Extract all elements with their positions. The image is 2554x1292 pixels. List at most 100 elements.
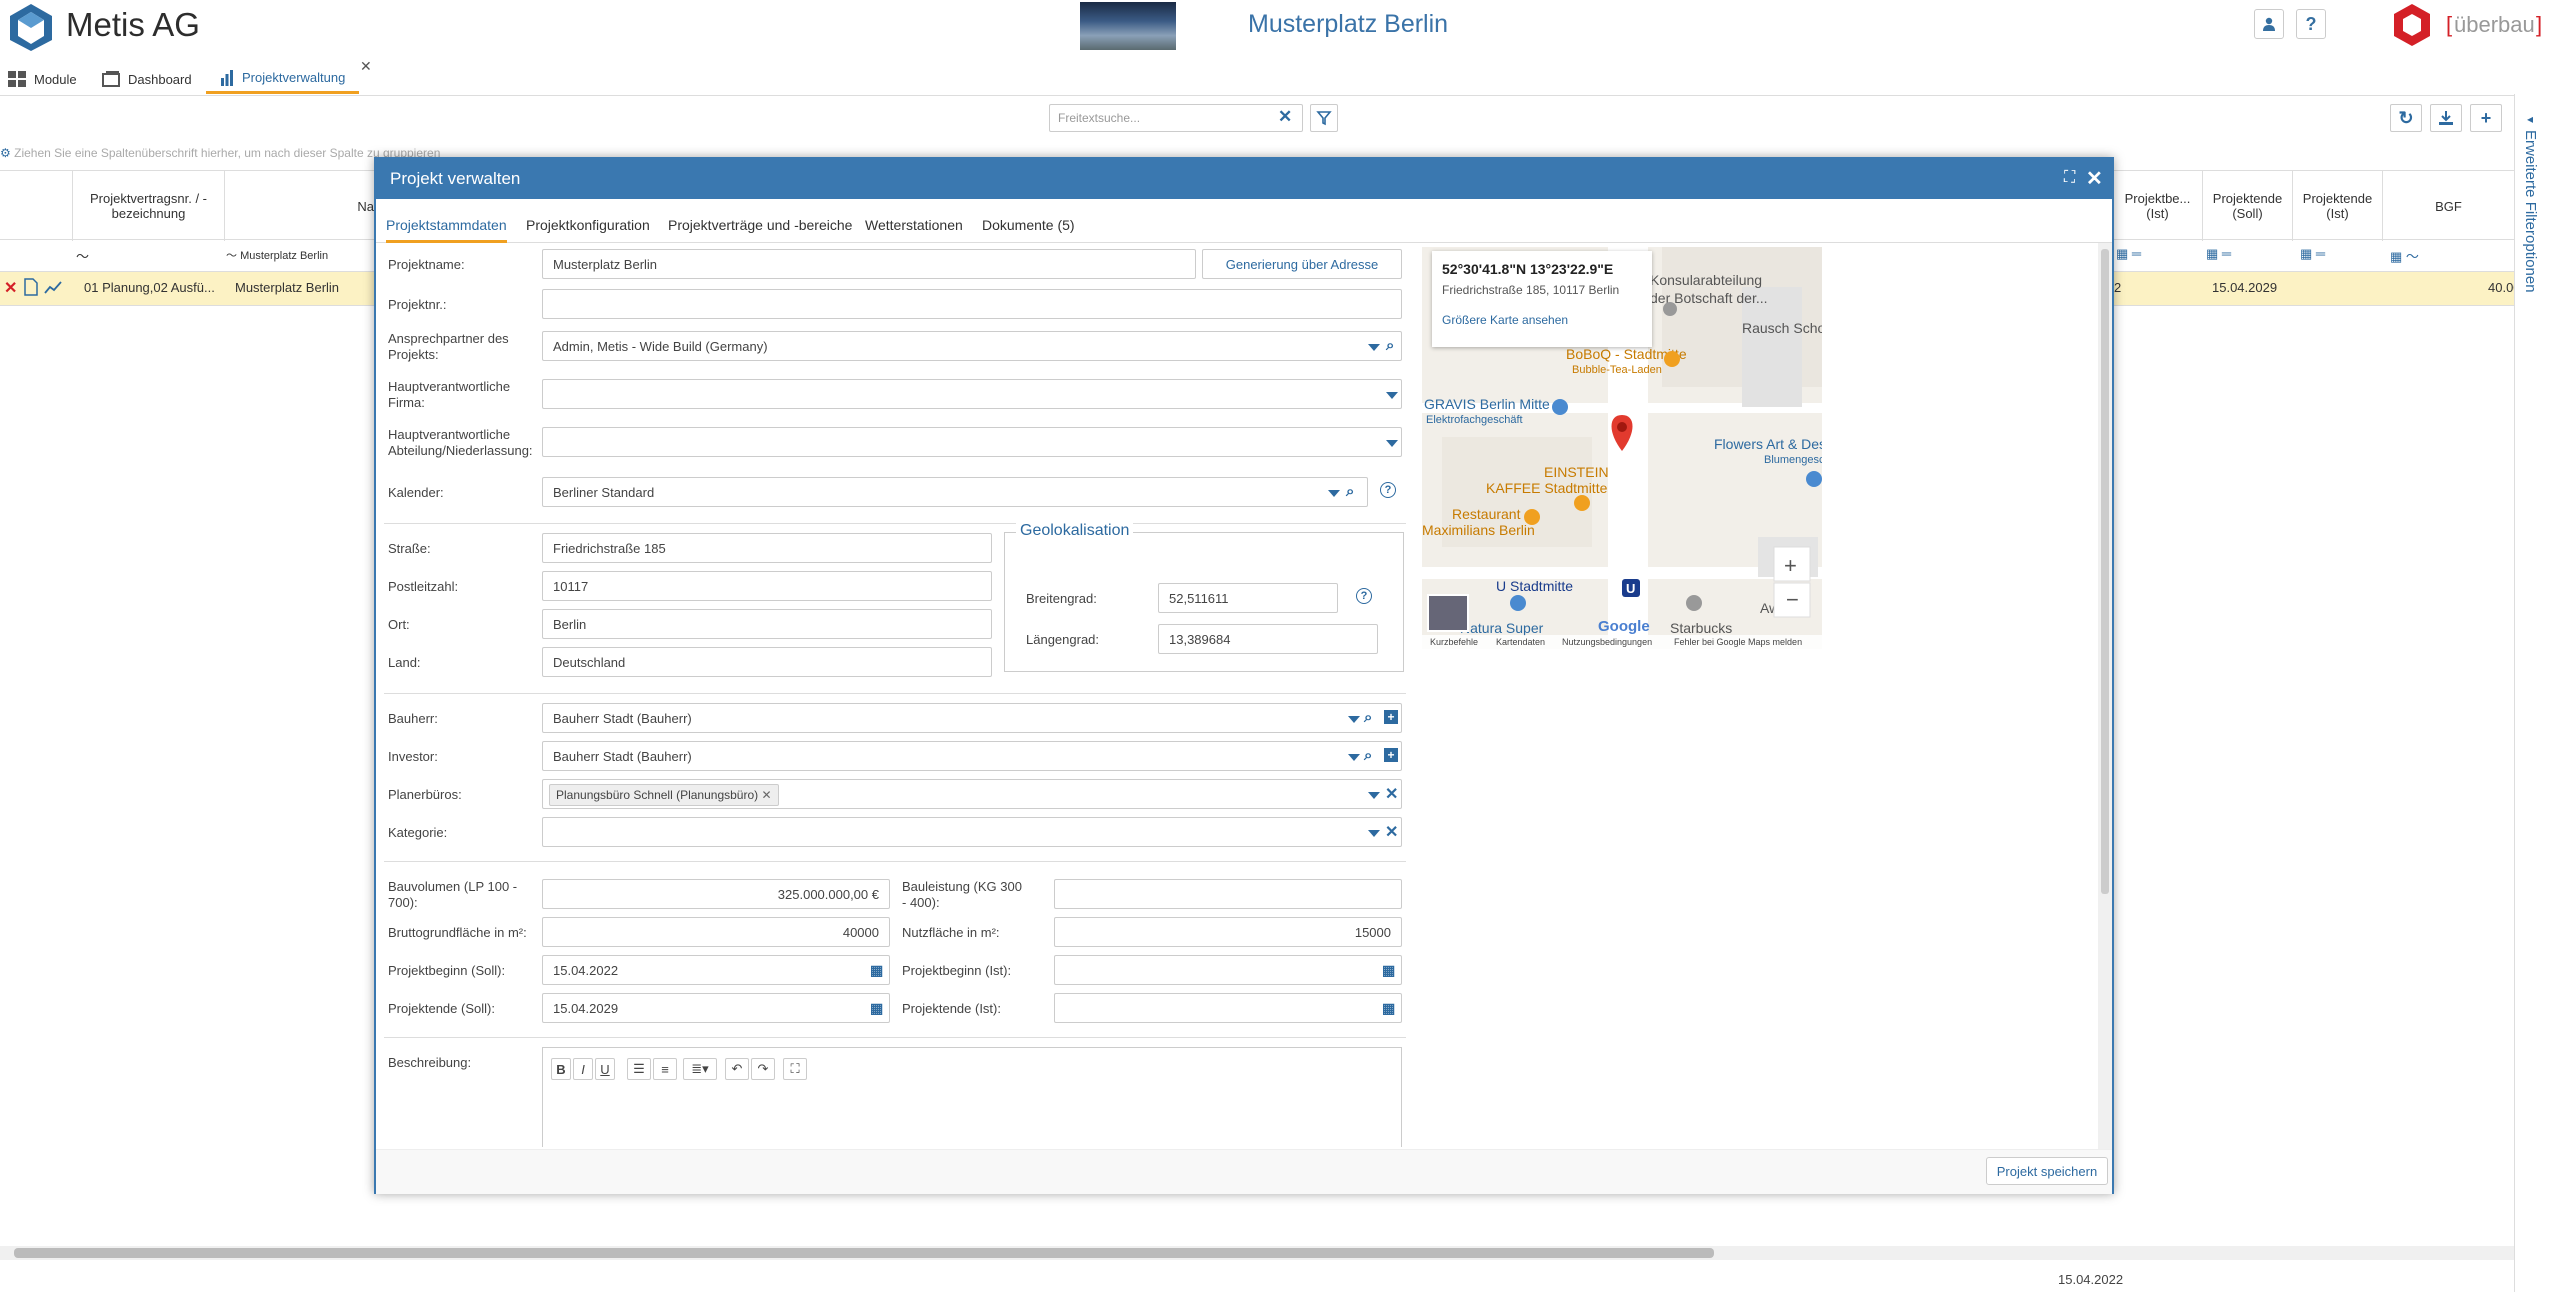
tab-wetterstationen[interactable]: Wetterstationen	[865, 217, 963, 240]
column-header[interactable]: Projektbe... (Ist)	[2112, 171, 2202, 241]
chevron-down-icon[interactable]	[1368, 344, 1380, 351]
breitengrad-field[interactable]: 52,511611	[1158, 583, 1338, 613]
calendar-icon[interactable]: ▦	[1382, 962, 1395, 979]
calendar-icon[interactable]: ▦ ═	[2116, 246, 2141, 262]
ende-ist-date[interactable]	[1054, 993, 1402, 1023]
numbered-list-icon[interactable]: ≡	[653, 1058, 677, 1080]
help-icon[interactable]: ?	[1356, 588, 1372, 604]
chevron-left-icon[interactable]: ◂	[2527, 112, 2533, 126]
tab-dokumente[interactable]: Dokumente (5)	[982, 217, 1075, 240]
dialog-scrollbar-thumb[interactable]	[2101, 249, 2109, 894]
tab-projektverwaltung[interactable]: Projektverwaltung	[206, 64, 360, 94]
refresh-button[interactable]: ↻	[2390, 104, 2422, 132]
nutz-field[interactable]: 15000	[1054, 917, 1402, 947]
add-icon[interactable]: +	[1384, 748, 1398, 762]
projektname-field[interactable]: Musterplatz Berlin	[542, 249, 1196, 279]
chevron-down-icon[interactable]	[1348, 754, 1360, 761]
user-icon[interactable]	[2254, 9, 2284, 39]
tab-projektvertraege[interactable]: Projektverträge und -bereiche	[668, 217, 852, 240]
pdf-icon[interactable]	[24, 278, 38, 296]
chevron-down-icon[interactable]	[1348, 716, 1360, 723]
tab-dashboard[interactable]: Dashboard	[102, 64, 192, 94]
filter-operator-icon[interactable]: 〜	[76, 246, 89, 265]
generate-from-address-button[interactable]: Generierung über Adresse	[1202, 249, 1402, 279]
logo-icon	[8, 2, 54, 52]
column-header[interactable]: Na	[224, 171, 374, 241]
scrollbar-thumb[interactable]	[14, 1248, 1714, 1258]
column-header[interactable]: Projektvertragsnr. / -bezeichnung	[72, 171, 224, 241]
maximize-icon[interactable]: ⛶	[2064, 169, 2075, 187]
clear-search-icon[interactable]: ✕	[1278, 107, 1292, 127]
plz-field[interactable]: 10117	[542, 571, 992, 601]
filter-button[interactable]	[1310, 104, 1338, 132]
map-label: Konsularabteilung	[1650, 272, 1762, 288]
extended-filter-label[interactable]: Erweiterte Filteroptionen	[2522, 130, 2539, 293]
delete-icon[interactable]: ✕	[4, 278, 17, 298]
tab-projektstammdaten[interactable]: Projektstammdaten	[386, 217, 507, 243]
kategorie-select[interactable]	[542, 817, 1402, 847]
add-button[interactable]: +	[2470, 104, 2502, 132]
larger-map-link[interactable]: Größere Karte ansehen	[1442, 313, 1642, 327]
help-icon[interactable]: ?	[1380, 482, 1396, 498]
projektnr-field[interactable]	[542, 289, 1402, 319]
bullet-list-icon[interactable]: ☰	[627, 1058, 651, 1080]
chevron-down-icon[interactable]	[1386, 392, 1398, 399]
add-icon[interactable]: +	[1384, 710, 1398, 724]
bold-button[interactable]: B	[551, 1058, 571, 1080]
tab-module[interactable]: Module	[8, 64, 77, 94]
bgf-field[interactable]: 40000	[542, 917, 890, 947]
download-button[interactable]	[2430, 104, 2462, 132]
bauleistung-field[interactable]	[1054, 879, 1402, 909]
underline-button[interactable]: U	[595, 1058, 615, 1080]
search-icon[interactable]: ⌕	[1386, 337, 1394, 354]
tab-close-icon[interactable]: ✕	[360, 58, 372, 75]
italic-button[interactable]: I	[573, 1058, 593, 1080]
planer-multiselect[interactable]: Planungsbüro Schnell (Planungsbüro) ✕	[542, 779, 1402, 809]
align-icon[interactable]: ≣▾	[683, 1058, 717, 1080]
calendar-icon[interactable]: ▦ ═	[2206, 246, 2231, 262]
search-input[interactable]: Freitextsuche...	[1049, 104, 1303, 132]
strasse-field[interactable]: Friedrichstraße 185	[542, 533, 992, 563]
ansprechpartner-select[interactable]: Admin, Metis - Wide Build (Germany)	[542, 331, 1402, 361]
calendar-icon[interactable]: ▦	[870, 962, 883, 979]
search-icon[interactable]: ⌕	[1346, 483, 1354, 500]
trend-icon[interactable]	[44, 279, 62, 295]
tab-projektkonfiguration[interactable]: Projektkonfiguration	[526, 217, 650, 240]
calendar-icon[interactable]: ▦ 〜	[2390, 246, 2419, 265]
clear-icon[interactable]: ✕	[1385, 784, 1398, 804]
investor-select[interactable]: Bauherr Stadt (Bauherr)	[542, 741, 1402, 771]
ende-soll-date[interactable]: 15.04.2029	[542, 993, 890, 1023]
bauherr-select[interactable]: Bauherr Stadt (Bauherr)	[542, 703, 1402, 733]
chevron-down-icon[interactable]	[1386, 440, 1398, 447]
column-header[interactable]: Projektende (Soll)	[2202, 171, 2292, 241]
calendar-icon[interactable]: ▦	[870, 1000, 883, 1017]
bauvolumen-field[interactable]: 325.000.000,00 €	[542, 879, 890, 909]
kalender-select[interactable]: Berliner Standard	[542, 477, 1368, 507]
name-filter[interactable]: 〜 Musterplatz Berlin	[226, 247, 328, 263]
beginn-ist-date[interactable]	[1054, 955, 1402, 985]
clear-icon[interactable]: ✕	[1385, 822, 1398, 842]
laengengrad-field[interactable]: 13,389684	[1158, 624, 1378, 654]
column-header[interactable]: Projektende (Ist)	[2292, 171, 2382, 241]
column-header[interactable]: BGF	[2382, 171, 2514, 241]
close-icon[interactable]: ✕	[2086, 166, 2103, 191]
abteilung-select[interactable]	[542, 427, 1402, 457]
calendar-icon[interactable]: ▦ ═	[2300, 246, 2325, 262]
planer-tag[interactable]: Planungsbüro Schnell (Planungsbüro) ✕	[549, 784, 779, 806]
save-project-button[interactable]: Projekt speichern	[1986, 1157, 2108, 1185]
search-icon[interactable]: ⌕	[1364, 747, 1372, 764]
beginn-soll-date[interactable]: 15.04.2022	[542, 955, 890, 985]
search-icon[interactable]: ⌕	[1364, 709, 1372, 726]
chevron-down-icon[interactable]	[1368, 830, 1380, 837]
ort-field[interactable]: Berlin	[542, 609, 992, 639]
chevron-down-icon[interactable]	[1328, 490, 1340, 497]
beschreibung-editor[interactable]: B I U ☰ ≡ ≣▾ ↶ ↷ ⛶	[542, 1047, 1402, 1147]
calendar-icon[interactable]: ▦	[1382, 1000, 1395, 1017]
undo-icon[interactable]: ↶	[725, 1058, 749, 1080]
redo-icon[interactable]: ↷	[751, 1058, 775, 1080]
firma-select[interactable]	[542, 379, 1402, 409]
land-field[interactable]: Deutschland	[542, 647, 992, 677]
help-icon[interactable]: ?	[2296, 9, 2326, 39]
fullscreen-icon[interactable]: ⛶	[783, 1058, 807, 1080]
chevron-down-icon[interactable]	[1368, 792, 1380, 799]
